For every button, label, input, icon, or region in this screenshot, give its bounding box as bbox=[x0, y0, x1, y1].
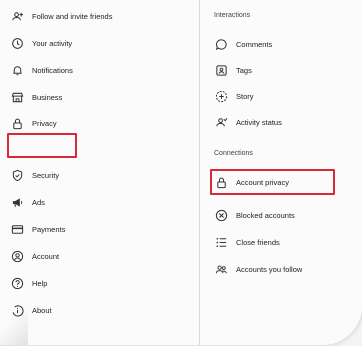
menu-item-label: Accounts you follow bbox=[236, 264, 303, 274]
menu-item-label: Business bbox=[32, 92, 63, 102]
menu-item-story[interactable]: Story bbox=[214, 86, 254, 106]
page-curl-shadow bbox=[0, 305, 28, 345]
menu-item-account[interactable]: Account bbox=[10, 246, 59, 266]
menu-item-comments[interactable]: Comments bbox=[214, 34, 272, 54]
menu-item-label: Tags bbox=[236, 65, 252, 75]
tag-icon bbox=[214, 63, 228, 77]
settings-screenshot: Follow and invite friends Your activity … bbox=[0, 0, 362, 346]
account-privacy-highlight-box bbox=[210, 169, 335, 195]
menu-item-security[interactable]: Security bbox=[10, 165, 59, 185]
menu-item-business[interactable]: Business bbox=[10, 87, 62, 107]
connections-header: Connections bbox=[214, 150, 253, 157]
menu-item-ads[interactable]: Ads bbox=[10, 192, 45, 212]
bell-icon bbox=[10, 63, 24, 77]
menu-item-label: Account bbox=[32, 251, 60, 261]
comment-icon bbox=[214, 37, 228, 51]
menu-item-label: Activity status bbox=[236, 117, 282, 127]
activity-clock-icon bbox=[10, 36, 24, 50]
menu-item-activity-status[interactable]: Activity status bbox=[214, 112, 282, 132]
menu-item-label: Help bbox=[32, 278, 48, 288]
blocked-icon bbox=[214, 208, 228, 222]
card-icon bbox=[10, 222, 24, 236]
menu-item-tags[interactable]: Tags bbox=[214, 60, 252, 80]
menu-item-label: Blocked accounts bbox=[236, 210, 295, 220]
account-icon bbox=[10, 249, 24, 263]
menu-item-label: Your activity bbox=[32, 38, 73, 48]
help-icon bbox=[10, 276, 24, 290]
shop-icon bbox=[10, 90, 24, 104]
add-person-icon bbox=[10, 9, 24, 23]
menu-item-payments[interactable]: Payments bbox=[10, 219, 65, 239]
menu-item-privacy[interactable]: Privacy bbox=[10, 113, 57, 133]
menu-item-accounts-you-follow[interactable]: Accounts you follow bbox=[214, 259, 302, 279]
menu-item-blocked-accounts[interactable]: Blocked accounts bbox=[214, 205, 295, 225]
list-icon bbox=[214, 235, 228, 249]
menu-item-label: About bbox=[32, 305, 52, 315]
story-icon bbox=[214, 89, 228, 103]
menu-item-follow-invite[interactable]: Follow and invite friends bbox=[10, 6, 112, 26]
menu-item-help[interactable]: Help bbox=[10, 273, 47, 293]
activity-status-icon bbox=[214, 115, 228, 129]
menu-item-label: Close friends bbox=[236, 237, 280, 247]
privacy-highlight-box bbox=[7, 133, 77, 158]
lock-icon bbox=[10, 116, 24, 130]
menu-item-your-activity[interactable]: Your activity bbox=[10, 33, 72, 53]
megaphone-icon bbox=[10, 195, 24, 209]
menu-item-label: Ads bbox=[32, 197, 45, 207]
people-icon bbox=[214, 262, 228, 276]
menu-item-label: Story bbox=[236, 91, 254, 101]
menu-item-close-friends[interactable]: Close friends bbox=[214, 232, 280, 252]
menu-item-label: Follow and invite friends bbox=[32, 11, 113, 21]
menu-item-label: Security bbox=[32, 170, 60, 180]
interactions-header: Interactions bbox=[214, 12, 251, 19]
menu-item-label: Payments bbox=[32, 224, 66, 234]
column-divider bbox=[199, 0, 200, 345]
menu-item-label: Privacy bbox=[32, 118, 57, 128]
menu-item-label: Comments bbox=[236, 39, 273, 49]
menu-item-notifications[interactable]: Notifications bbox=[10, 60, 73, 80]
shield-icon bbox=[10, 168, 24, 182]
menu-item-label: Notifications bbox=[32, 65, 73, 75]
